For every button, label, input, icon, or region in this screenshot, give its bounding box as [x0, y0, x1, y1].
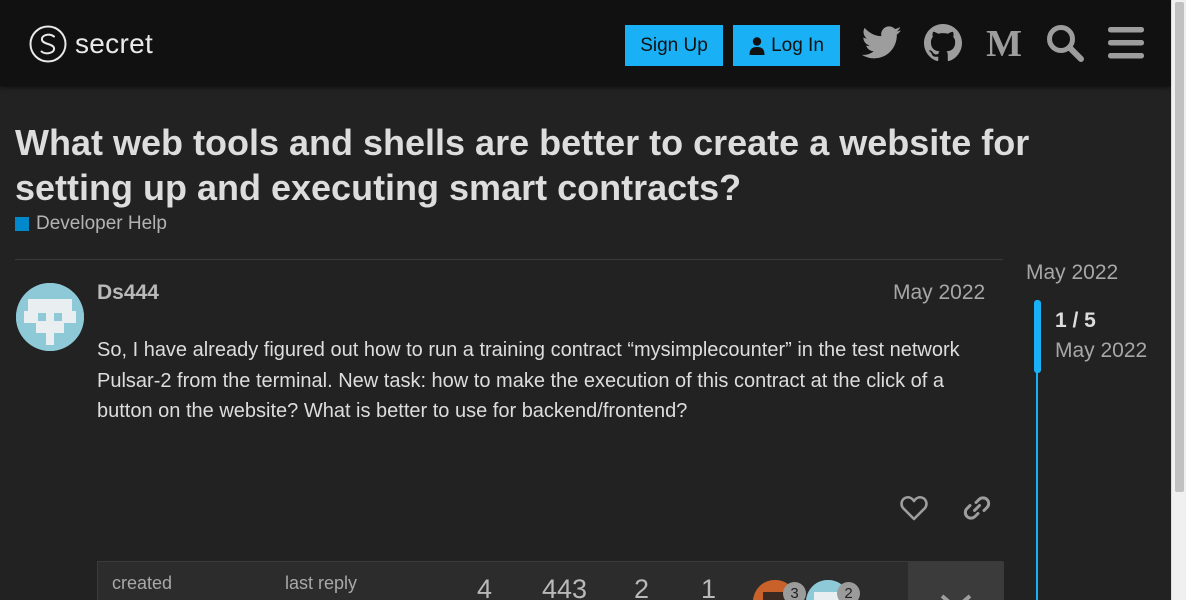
timeline-current-date: May 2022 [1055, 339, 1148, 362]
topic-map: created last reply 4 443 2 1 3 2 [97, 561, 1004, 600]
post-username[interactable]: Ds444 [97, 281, 159, 305]
users-count: 2 [634, 574, 650, 600]
user-icon [749, 36, 765, 55]
page-scrollbar[interactable] [1171, 0, 1186, 600]
category-color-square [15, 217, 29, 231]
page: secret Sign Up Log In M What web tools a… [0, 0, 1171, 600]
last-reply-label: last reply [285, 573, 358, 593]
share-link-icon[interactable] [959, 490, 995, 526]
log-in-button[interactable]: Log In [733, 25, 840, 66]
views-count: 443 [542, 574, 588, 600]
timeline-scroll-handle[interactable] [1034, 300, 1041, 373]
created-label: created [112, 573, 173, 593]
scrollbar-thumb[interactable] [1175, 2, 1184, 492]
category-badge[interactable]: Developer Help [15, 213, 167, 235]
replies-count: 4 [477, 574, 493, 600]
log-in-label: Log In [771, 34, 824, 56]
svg-text:M: M [986, 27, 1022, 59]
topic-title[interactable]: What web tools and shells are better to … [15, 120, 1045, 210]
links-count: 1 [701, 574, 717, 600]
avatar-pattern-icon [16, 283, 84, 351]
timeline-start-date[interactable]: May 2022 [1026, 261, 1118, 285]
avatar[interactable] [16, 283, 84, 351]
category-name: Developer Help [36, 213, 167, 234]
expand-topic-map-button[interactable] [908, 562, 1004, 600]
site-logo[interactable]: secret [29, 24, 153, 64]
twitter-icon[interactable] [861, 22, 903, 64]
participant-post-count: 2 [837, 582, 860, 600]
logo-text: secret [75, 28, 154, 59]
site-header: secret Sign Up Log In M [0, 0, 1171, 86]
timeline-position: 1 / 5 [1055, 309, 1096, 332]
medium-icon[interactable]: M [983, 22, 1025, 64]
participant-post-count: 3 [783, 582, 806, 600]
chevron-down-icon [940, 594, 972, 600]
menu-icon[interactable] [1105, 22, 1147, 64]
secret-logo-icon [29, 25, 67, 63]
post-date[interactable]: May 2022 [893, 281, 985, 305]
title-divider [15, 259, 1003, 260]
search-icon[interactable] [1044, 22, 1086, 64]
post-body: So, I have already figured out how to ru… [97, 339, 960, 422]
like-heart-icon[interactable] [896, 490, 932, 526]
github-icon[interactable] [922, 22, 964, 64]
sign-up-button[interactable]: Sign Up [625, 25, 723, 66]
